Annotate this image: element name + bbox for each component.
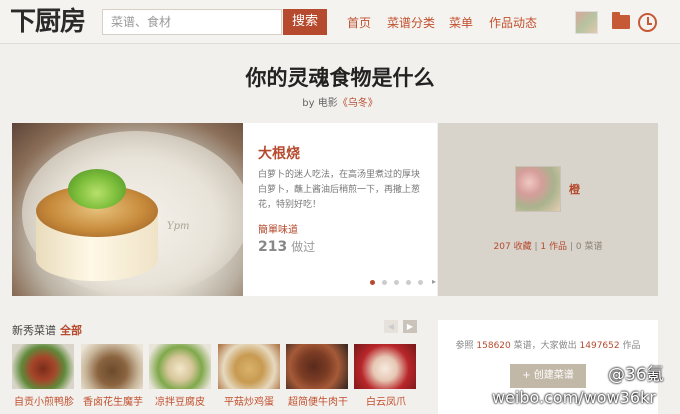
cook-count-number: 213 bbox=[258, 239, 288, 255]
recipe-thumbnail-label[interactable]: 自贡小煎鸭胗 bbox=[14, 393, 74, 408]
page-byline: by 电影《乌冬》 bbox=[0, 94, 680, 109]
clock-icon[interactable] bbox=[638, 13, 657, 32]
recipe-thumbnail[interactable] bbox=[286, 344, 348, 389]
site-logo[interactable]: 下厨房 bbox=[10, 6, 86, 38]
new-recipes-title: 新秀菜谱 bbox=[12, 324, 56, 337]
recipe-thumbnail-label[interactable]: 白云凤爪 bbox=[366, 393, 406, 408]
stats-divider-1: | bbox=[534, 242, 538, 252]
stats-divider-2: | bbox=[569, 242, 573, 252]
recipe-description: 白萝卜的迷人吃法，在高汤里煮过的厚块白萝卜，蘸上酱油后稍煎一下，再撒上葱花，特别… bbox=[258, 170, 421, 210]
nav-recipe-categories[interactable]: 菜谱分类 bbox=[387, 14, 435, 31]
prev-arrow-icon[interactable]: ◀ bbox=[384, 320, 398, 333]
author-recipes-label: 菜谱 bbox=[584, 242, 603, 252]
feature-recipe-image[interactable]: Ypm bbox=[12, 123, 243, 296]
author-avatar[interactable] bbox=[515, 166, 561, 212]
recipe-thumbnail-label[interactable]: 超简便牛肉干 bbox=[288, 393, 348, 408]
byline-source[interactable]: 《乌冬》 bbox=[338, 98, 378, 109]
new-recipes-heading: 新秀菜谱 全部 bbox=[12, 322, 82, 338]
site-stats-line: 参照 158620 菜谱，大家做出 1497652 作品 bbox=[438, 338, 658, 351]
next-arrow-icon[interactable]: ▶ bbox=[403, 320, 417, 333]
recipe-thumbnail[interactable] bbox=[354, 344, 416, 389]
carousel-dot-5[interactable] bbox=[418, 280, 423, 285]
scallion-garnish bbox=[68, 169, 126, 209]
recipe-title[interactable]: 大根烧 bbox=[258, 143, 300, 163]
new-recipes-all-link[interactable]: 全部 bbox=[60, 324, 82, 337]
author-works-count[interactable]: 1 bbox=[540, 242, 546, 252]
recipe-thumbnail[interactable] bbox=[149, 344, 211, 389]
watermark-weibo: weibo.com/wow36kr bbox=[492, 388, 656, 407]
recipe-thumbnail[interactable] bbox=[81, 344, 143, 389]
author-stats: 207 收藏 | 1 作品 | 0 菜谱 bbox=[438, 239, 658, 252]
carousel-next-icon[interactable]: ▸ bbox=[432, 277, 436, 286]
cook-count-suffix: 做过 bbox=[291, 240, 316, 254]
nav-activity[interactable]: 作品动态 bbox=[489, 14, 537, 31]
author-panel: 橙 207 收藏 | 1 作品 | 0 菜谱 bbox=[438, 123, 658, 296]
top-header: 下厨房 菜谱、食材 搜索 首页 菜谱分类 菜单 作品动态 bbox=[0, 0, 680, 44]
author-recipes-count: 0 bbox=[575, 242, 582, 252]
author-name[interactable]: 橙 bbox=[569, 181, 580, 197]
nav-menus[interactable]: 菜单 bbox=[449, 14, 473, 31]
recipe-thumbnail[interactable] bbox=[218, 344, 280, 389]
cook-count: 213 做过 bbox=[258, 238, 315, 255]
recipe-thumbnail[interactable] bbox=[12, 344, 74, 389]
recipe-thumbnail-label[interactable]: 平菇炒鸡蛋 bbox=[224, 393, 274, 408]
image-watermark: Ypm bbox=[167, 221, 190, 232]
stats-recipe-count: 158620 bbox=[476, 341, 511, 351]
recipe-thumbnail-label[interactable]: 香卤花生魔芋 bbox=[83, 393, 143, 408]
stats-work-count: 1497652 bbox=[579, 341, 620, 351]
folder-icon[interactable] bbox=[612, 12, 630, 29]
carousel-dot-4[interactable] bbox=[406, 280, 411, 285]
create-recipe-button[interactable]: + 创建菜谱 bbox=[510, 364, 586, 388]
recipe-tag[interactable]: 簡單味道 bbox=[258, 221, 298, 236]
author-works-label[interactable]: 作品 bbox=[549, 242, 567, 252]
stats-prefix: 参照 bbox=[455, 341, 474, 351]
author-collections-count[interactable]: 207 bbox=[494, 242, 511, 252]
page-title: 你的灵魂食物是什么 bbox=[245, 65, 435, 90]
carousel-dot-2[interactable] bbox=[382, 280, 387, 285]
recipe-thumbnail-label[interactable]: 凉拌豆腐皮 bbox=[155, 393, 205, 408]
feature-recipe-card: 大根烧 白萝卜的迷人吃法，在高汤里煮过的厚块白萝卜，蘸上酱油后稍煎一下，再撒上葱… bbox=[243, 123, 437, 296]
carousel-dot-3[interactable] bbox=[394, 280, 399, 285]
watermark-36kr: @36氪 bbox=[608, 365, 664, 385]
author-collections-label[interactable]: 收藏 bbox=[514, 242, 532, 252]
user-avatar[interactable] bbox=[575, 11, 598, 34]
stats-suffix: 作品 bbox=[622, 341, 641, 351]
nav-home[interactable]: 首页 bbox=[347, 14, 371, 31]
carousel-dot-1[interactable] bbox=[370, 280, 375, 285]
stats-middle: 菜谱，大家做出 bbox=[513, 341, 577, 351]
search-button[interactable]: 搜索 bbox=[283, 9, 327, 35]
search-input[interactable]: 菜谱、食材 bbox=[102, 9, 282, 35]
byline-prefix: by 电影 bbox=[302, 98, 338, 109]
